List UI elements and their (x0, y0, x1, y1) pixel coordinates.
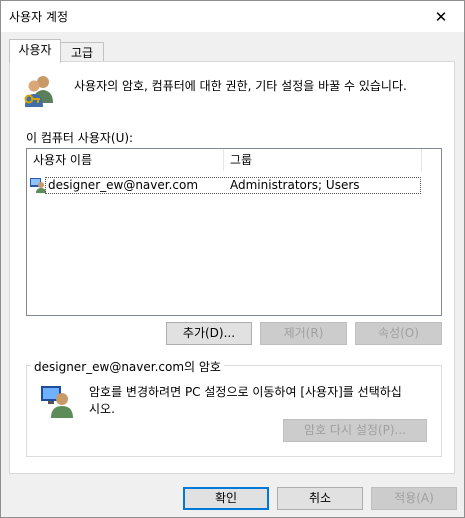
close-button[interactable]: ✕ (418, 1, 464, 32)
user-row-icon (30, 178, 46, 193)
intro-text: 사용자의 암호, 컴퓨터에 대한 권한, 기타 설정을 바꿀 수 있습니다. (74, 79, 407, 93)
window-title: 사용자 계정 (9, 10, 69, 24)
password-group-title: designer_ew@naver.com의 암호 (31, 358, 224, 375)
title-bar: 사용자 계정 ✕ (1, 1, 464, 32)
password-message: 암호를 변경하려면 PC 설정으로 이동하여 [사용자]를 선택하십 시오. (89, 385, 402, 416)
column-header-group[interactable]: 그룹 (224, 149, 422, 171)
user-accounts-dialog: 사용자 계정 ✕ 사용자 고급 사용자의 암호, 컴퓨터에 대한 권한, 기타 … (0, 0, 465, 518)
remove-user-button[interactable]: 제거(R) (260, 322, 347, 345)
properties-button[interactable]: 속성(O) (355, 322, 442, 345)
close-icon: ✕ (434, 7, 448, 26)
reset-password-button[interactable]: 암호 다시 설정(P)... (283, 419, 427, 442)
row-group: Administrators; Users (230, 178, 360, 192)
column-header-username[interactable]: 사용자 이름 (27, 149, 224, 171)
add-user-button[interactable]: 추가(D)... (166, 322, 252, 345)
tab-advanced[interactable]: 고급 (60, 42, 104, 62)
users-list[interactable]: 사용자 이름 그룹 designer_ew@naver.com Administ… (26, 148, 442, 316)
row-username: designer_ew@naver.com (48, 178, 199, 192)
cancel-button[interactable]: 취소 (277, 487, 363, 510)
users-list-header: 사용자 이름 그룹 (27, 149, 441, 171)
user-computer-icon (41, 386, 73, 418)
users-list-label: 이 컴퓨터 사용자(U): (26, 131, 134, 145)
apply-button[interactable]: 적용(A) (371, 487, 457, 510)
tab-users[interactable]: 사용자 (9, 39, 61, 63)
users-key-icon (24, 76, 53, 107)
table-row[interactable]: designer_ew@naver.com Administrators; Us… (45, 177, 421, 194)
ok-button[interactable]: 확인 (183, 487, 269, 510)
